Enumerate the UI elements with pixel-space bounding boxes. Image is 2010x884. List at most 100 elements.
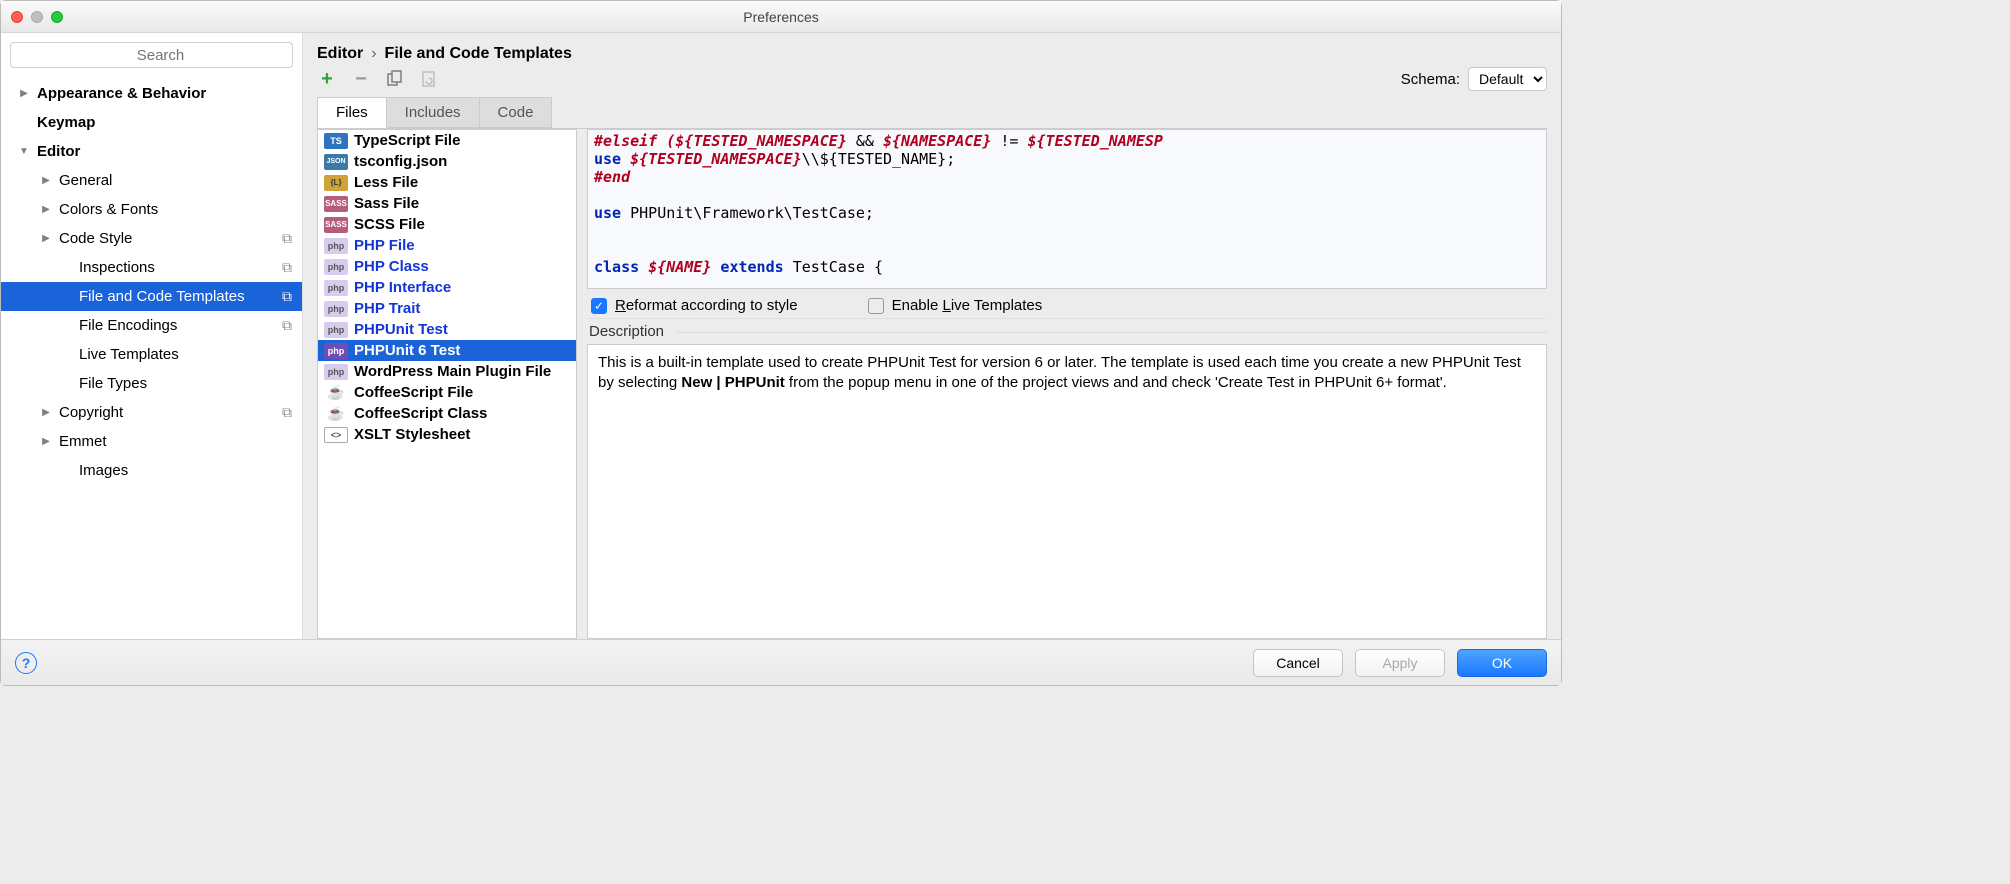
chevron-icon: ▶ [39, 407, 53, 418]
template-item-scss-file[interactable]: SASS SCSS File [318, 214, 576, 235]
sidebar-item-emmet[interactable]: ▶ Emmet [1, 427, 302, 456]
sidebar-item-label: Colors & Fonts [59, 201, 158, 218]
template-item-coffeescript-class[interactable]: ☕CoffeeScript Class [318, 403, 576, 424]
template-tabs: Files Includes Code [317, 97, 1561, 128]
template-editor[interactable]: #elseif (${TESTED_NAMESPACE} && ${NAMESP… [587, 129, 1547, 289]
sidebar-item-colors-fonts[interactable]: ▶ Colors & Fonts [1, 195, 302, 224]
copy-profile-icon: ⧉ [282, 317, 292, 334]
schema-label: Schema: [1401, 71, 1460, 88]
template-name: PHP File [354, 237, 415, 254]
template-list[interactable]: TSTypeScript File JSON tsconfig.json {L} Les… [317, 129, 577, 639]
coffee-icon: ☕ [324, 385, 348, 401]
template-item-php-interface[interactable]: phpPHP Interface [318, 277, 576, 298]
sidebar-item-label: Inspections [79, 259, 155, 276]
sidebar-item-label: General [59, 172, 112, 189]
ok-button[interactable]: OK [1457, 649, 1547, 677]
template-toolbar: + − Schema: Default [303, 63, 1561, 91]
filetype-icon: php [324, 280, 348, 296]
description-text: This is a built-in template used to crea… [587, 344, 1547, 639]
sidebar-item-label: Code Style [59, 230, 132, 247]
filetype-icon: <> [324, 427, 348, 443]
reload-template-button[interactable] [419, 69, 439, 89]
template-name: PHPUnit Test [354, 321, 448, 338]
tab-code[interactable]: Code [479, 97, 553, 128]
template-item-coffeescript-file[interactable]: ☕ CoffeeScript File [318, 382, 576, 403]
sidebar-item-label: Live Templates [79, 346, 179, 363]
dialog-footer: ? Cancel Apply OK [1, 639, 1561, 685]
filetype-icon: php [324, 301, 348, 317]
filetype-icon: TS [324, 133, 348, 149]
sidebar-item-general[interactable]: ▶ General [1, 166, 302, 195]
template-name: WordPress Main Plugin File [354, 363, 551, 380]
template-item-php-file[interactable]: php PHP File [318, 235, 576, 256]
template-item-less-file[interactable]: {L} Less File [318, 172, 576, 193]
filetype-icon: php [324, 322, 348, 338]
sidebar-item-live-templates[interactable]: Live Templates [1, 340, 302, 369]
template-name: tsconfig.json [354, 153, 447, 170]
add-template-button[interactable]: + [317, 69, 337, 89]
sidebar-item-label: File Encodings [79, 317, 177, 334]
template-item-typescript-file[interactable]: TSTypeScript File [318, 130, 576, 151]
sidebar-item-copyright[interactable]: ▶Copyright⧉ [1, 398, 302, 427]
breadcrumb: Editor › File and Code Templates [303, 33, 1561, 63]
template-item-wordpress-main-plugin-file[interactable]: php WordPress Main Plugin File [318, 361, 576, 382]
sidebar-item-label: File and Code Templates [79, 288, 245, 305]
copy-profile-icon: ⧉ [282, 404, 292, 421]
sidebar-item-file-encodings[interactable]: File Encodings ⧉ [1, 311, 302, 340]
template-name: Less File [354, 174, 418, 191]
breadcrumb-root[interactable]: Editor [317, 45, 363, 63]
remove-template-button[interactable]: − [351, 69, 371, 89]
apply-button[interactable]: Apply [1355, 649, 1445, 677]
cancel-button[interactable]: Cancel [1253, 649, 1343, 677]
sidebar-item-inspections[interactable]: Inspections ⧉ [1, 253, 302, 282]
sidebar-item-editor[interactable]: ▼Editor [1, 137, 302, 166]
template-item-php-class[interactable]: phpPHP Class [318, 256, 576, 277]
template-name: Sass File [354, 195, 419, 212]
template-item-sass-file[interactable]: SASS Sass File [318, 193, 576, 214]
tab-files[interactable]: Files [317, 97, 387, 128]
sidebar-item-keymap[interactable]: Keymap [1, 108, 302, 137]
chevron-icon: ▶ [39, 204, 53, 215]
chevron-icon: ▶ [39, 175, 53, 186]
filetype-icon: {L} [324, 175, 348, 191]
chevron-icon: ▶ [17, 88, 31, 99]
sidebar-item-label: Editor [37, 143, 80, 160]
help-button[interactable]: ? [15, 652, 37, 674]
search-input[interactable] [10, 42, 293, 68]
checkbox-checked-icon: ✓ [591, 298, 607, 314]
filetype-icon: php [324, 364, 348, 380]
template-item-tsconfig-json[interactable]: JSON tsconfig.json [318, 151, 576, 172]
sidebar-item-label: Keymap [37, 114, 95, 131]
template-item-php-trait[interactable]: phpPHP Trait [318, 298, 576, 319]
description-header: Description [587, 318, 1547, 344]
checkbox-unchecked-icon [868, 298, 884, 314]
filetype-icon: JSON [324, 154, 348, 170]
sidebar-item-images[interactable]: Images [1, 456, 302, 485]
template-name: CoffeeScript File [354, 384, 473, 401]
breadcrumb-leaf: File and Code Templates [385, 45, 572, 63]
sidebar-item-label: Images [79, 462, 128, 479]
schema-select[interactable]: Default [1468, 67, 1547, 91]
sidebar-item-file-and-code-templates[interactable]: File and Code Templates⧉ [1, 282, 302, 311]
sidebar-item-file-types[interactable]: File Types [1, 369, 302, 398]
copy-profile-icon: ⧉ [282, 259, 292, 276]
filetype-icon: SASS [324, 196, 348, 212]
filetype-icon: php [324, 343, 348, 359]
filetype-icon: php [324, 259, 348, 275]
template-item-phpunit-test[interactable]: php PHPUnit Test [318, 319, 576, 340]
filetype-icon: php [324, 238, 348, 254]
template-name: SCSS File [354, 216, 425, 233]
reformat-checkbox[interactable]: ✓ Reformat according to style [591, 297, 798, 314]
template-item-xslt-stylesheet[interactable]: <> XSLT Stylesheet [318, 424, 576, 445]
template-name: XSLT Stylesheet [354, 426, 470, 443]
sidebar-item-label: Emmet [59, 433, 107, 450]
sidebar-item-appearance-behavior[interactable]: ▶Appearance & Behavior [1, 79, 302, 108]
chevron-icon: ▶ [39, 436, 53, 447]
sidebar-item-code-style[interactable]: ▶Code Style⧉ [1, 224, 302, 253]
tab-includes[interactable]: Includes [386, 97, 480, 128]
chevron-icon: ▶ [39, 233, 53, 244]
filetype-icon: SASS [324, 217, 348, 233]
live-templates-checkbox[interactable]: Enable Live Templates [868, 297, 1043, 314]
copy-template-button[interactable] [385, 69, 405, 89]
template-item-phpunit-6-test[interactable]: phpPHPUnit 6 Test [318, 340, 576, 361]
